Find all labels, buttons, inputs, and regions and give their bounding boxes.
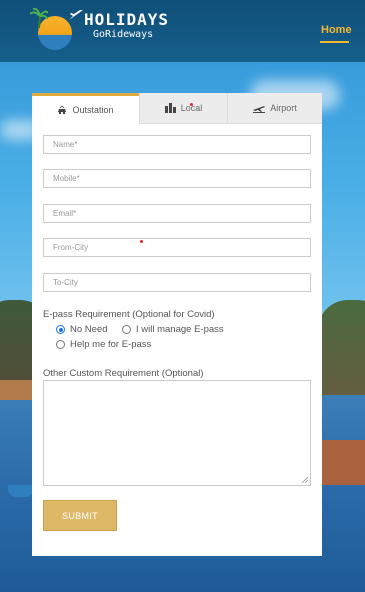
epass-option-no-need[interactable]: No Need — [56, 324, 108, 335]
radio-button[interactable] — [56, 325, 65, 334]
radio-button[interactable] — [56, 340, 65, 349]
car-icon — [58, 105, 67, 115]
nav-home-link[interactable]: Home — [321, 24, 352, 36]
tab-airport-label: Airport — [270, 103, 297, 113]
other-requirement-label: Other Custom Requirement (Optional) — [43, 368, 204, 379]
other-requirement-textarea[interactable] — [43, 380, 311, 486]
name-field[interactable]: Name* — [43, 135, 311, 154]
city-icon — [164, 103, 176, 113]
nav-home-underline — [320, 41, 349, 43]
booking-tabs: Outstation Local Airport — [32, 93, 322, 124]
logo-subtitle: GoRideways — [93, 29, 154, 40]
tab-local[interactable]: Local — [139, 93, 227, 124]
shore-right — [322, 440, 365, 485]
logo[interactable]: HOLIDAYS GoRideways — [30, 6, 180, 50]
logo-title: HOLIDAYS — [84, 10, 170, 29]
tab-outstation[interactable]: Outstation — [32, 93, 139, 124]
epass-label: E-pass Requirement (Optional for Covid) — [43, 309, 215, 320]
airplane-icon — [69, 10, 83, 20]
plane-icon — [253, 106, 266, 113]
email-field[interactable]: Email* — [43, 204, 311, 223]
epass-option-label: Help me for E-pass — [70, 339, 152, 350]
red-dot — [140, 240, 143, 243]
epass-option-manage[interactable]: I will manage E-pass — [122, 324, 224, 335]
palm-tree-icon — [30, 8, 48, 28]
mobile-field[interactable]: Mobile* — [43, 169, 311, 188]
from-city-field[interactable]: From-City — [43, 238, 311, 257]
red-dot — [190, 103, 193, 106]
boat — [8, 485, 34, 497]
resize-handle-icon[interactable] — [302, 477, 308, 483]
epass-option-help[interactable]: Help me for E-pass — [56, 339, 151, 350]
to-city-field[interactable]: To-City — [43, 273, 311, 292]
site-header: HOLIDAYS GoRideways Home — [0, 0, 365, 62]
tab-outstation-label: Outstation — [72, 105, 114, 115]
radio-button[interactable] — [122, 325, 131, 334]
epass-option-label: I will manage E-pass — [136, 324, 224, 335]
epass-option-label: No Need — [70, 324, 108, 335]
booking-form-card: Outstation Local Airport Name* Mobile* E… — [32, 93, 322, 556]
submit-button[interactable]: SUBMIT — [43, 500, 117, 531]
tab-airport[interactable]: Airport — [227, 93, 322, 124]
